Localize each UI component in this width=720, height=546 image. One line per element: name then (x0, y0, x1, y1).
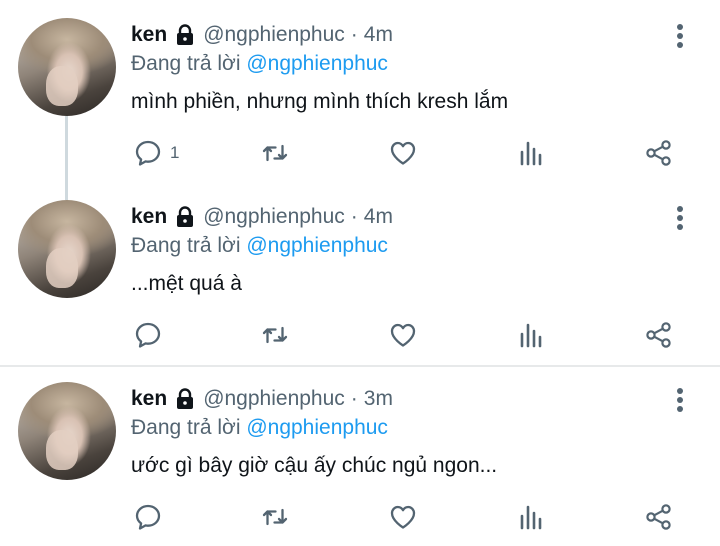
more-vertical-icon[interactable] (672, 386, 688, 414)
display-name[interactable]: ken (131, 387, 167, 411)
views-button[interactable] (517, 503, 545, 531)
reply-icon (135, 504, 161, 530)
replying-prefix: Đang trả lời (131, 52, 241, 75)
tweet-text: mình phiền, nhưng mình thích kresh lắm (131, 90, 509, 113)
share-button[interactable] (645, 503, 673, 531)
display-name[interactable]: ken (131, 23, 167, 47)
retweet-icon (262, 144, 288, 162)
share-icon (646, 322, 671, 348)
share-icon (646, 140, 671, 166)
reply-button[interactable] (134, 503, 170, 531)
reply-button[interactable] (134, 321, 170, 349)
action-bar: 1 (0, 133, 720, 173)
handle[interactable]: @ngphienphuc (203, 387, 345, 411)
reply-icon (135, 322, 161, 348)
lock-icon (175, 24, 195, 46)
timestamp[interactable]: 4m (364, 205, 393, 229)
heart-icon (390, 323, 416, 347)
more-vertical-icon[interactable] (672, 204, 688, 232)
handle[interactable]: @ngphienphuc (203, 205, 345, 229)
mention-link[interactable]: @ngphienphuc (246, 416, 388, 439)
heart-icon (390, 141, 416, 165)
tweet[interactable]: ken @ngphienphuc · 4m Đang trả lời @ngph… (0, 0, 720, 184)
replying-to: Đang trả lời @ngphienphuc (131, 234, 388, 258)
avatar[interactable] (18, 382, 116, 480)
display-name[interactable]: ken (131, 205, 167, 229)
replying-prefix: Đang trả lời (131, 234, 241, 257)
replying-to: Đang trả lời @ngphienphuc (131, 52, 388, 76)
like-button[interactable] (389, 139, 417, 167)
share-button[interactable] (645, 321, 673, 349)
heart-icon (390, 505, 416, 529)
share-icon (646, 504, 671, 530)
retweet-button[interactable] (261, 321, 289, 349)
mention-link[interactable]: @ngphienphuc (246, 52, 388, 75)
replying-prefix: Đang trả lời (131, 416, 241, 439)
handle[interactable]: @ngphienphuc (203, 23, 345, 47)
action-bar (0, 497, 720, 537)
tweet-header: ken @ngphienphuc · 4m (131, 203, 393, 231)
like-button[interactable] (389, 503, 417, 531)
views-button[interactable] (517, 321, 545, 349)
avatar[interactable] (18, 200, 116, 298)
lock-icon (175, 206, 195, 228)
tweet-header: ken @ngphienphuc · 3m (131, 385, 393, 413)
action-bar (0, 315, 720, 355)
tweet-text: ...mệt quá à (131, 272, 242, 295)
separator: · (350, 205, 358, 228)
retweet-button[interactable] (261, 139, 289, 167)
retweet-icon (262, 508, 288, 526)
timestamp[interactable]: 3m (364, 387, 393, 411)
separator: · (350, 23, 358, 46)
tweet-text: ước gì bây giờ cậu ấy chúc ngủ ngon... (131, 454, 498, 477)
reply-button[interactable]: 1 (134, 139, 179, 167)
tweet-header: ken @ngphienphuc · 4m (131, 21, 393, 49)
views-icon (520, 505, 542, 530)
views-button[interactable] (517, 139, 545, 167)
views-icon (520, 141, 542, 166)
reply-icon (135, 140, 161, 166)
timestamp[interactable]: 4m (364, 23, 393, 47)
avatar[interactable] (18, 18, 116, 116)
tweet[interactable]: ken @ngphienphuc · 4m Đang trả lời @ngph… (0, 184, 720, 366)
like-button[interactable] (389, 321, 417, 349)
reply-count: 1 (170, 143, 180, 162)
tweet[interactable]: ken @ngphienphuc · 3m Đang trả lời @ngph… (0, 366, 720, 546)
share-button[interactable] (645, 139, 673, 167)
retweet-button[interactable] (261, 503, 289, 531)
replying-to: Đang trả lời @ngphienphuc (131, 416, 388, 440)
more-vertical-icon[interactable] (672, 22, 688, 50)
retweet-icon (262, 326, 288, 344)
mention-link[interactable]: @ngphienphuc (246, 234, 388, 257)
separator: · (350, 387, 358, 410)
views-icon (520, 323, 542, 348)
lock-icon (175, 388, 195, 410)
